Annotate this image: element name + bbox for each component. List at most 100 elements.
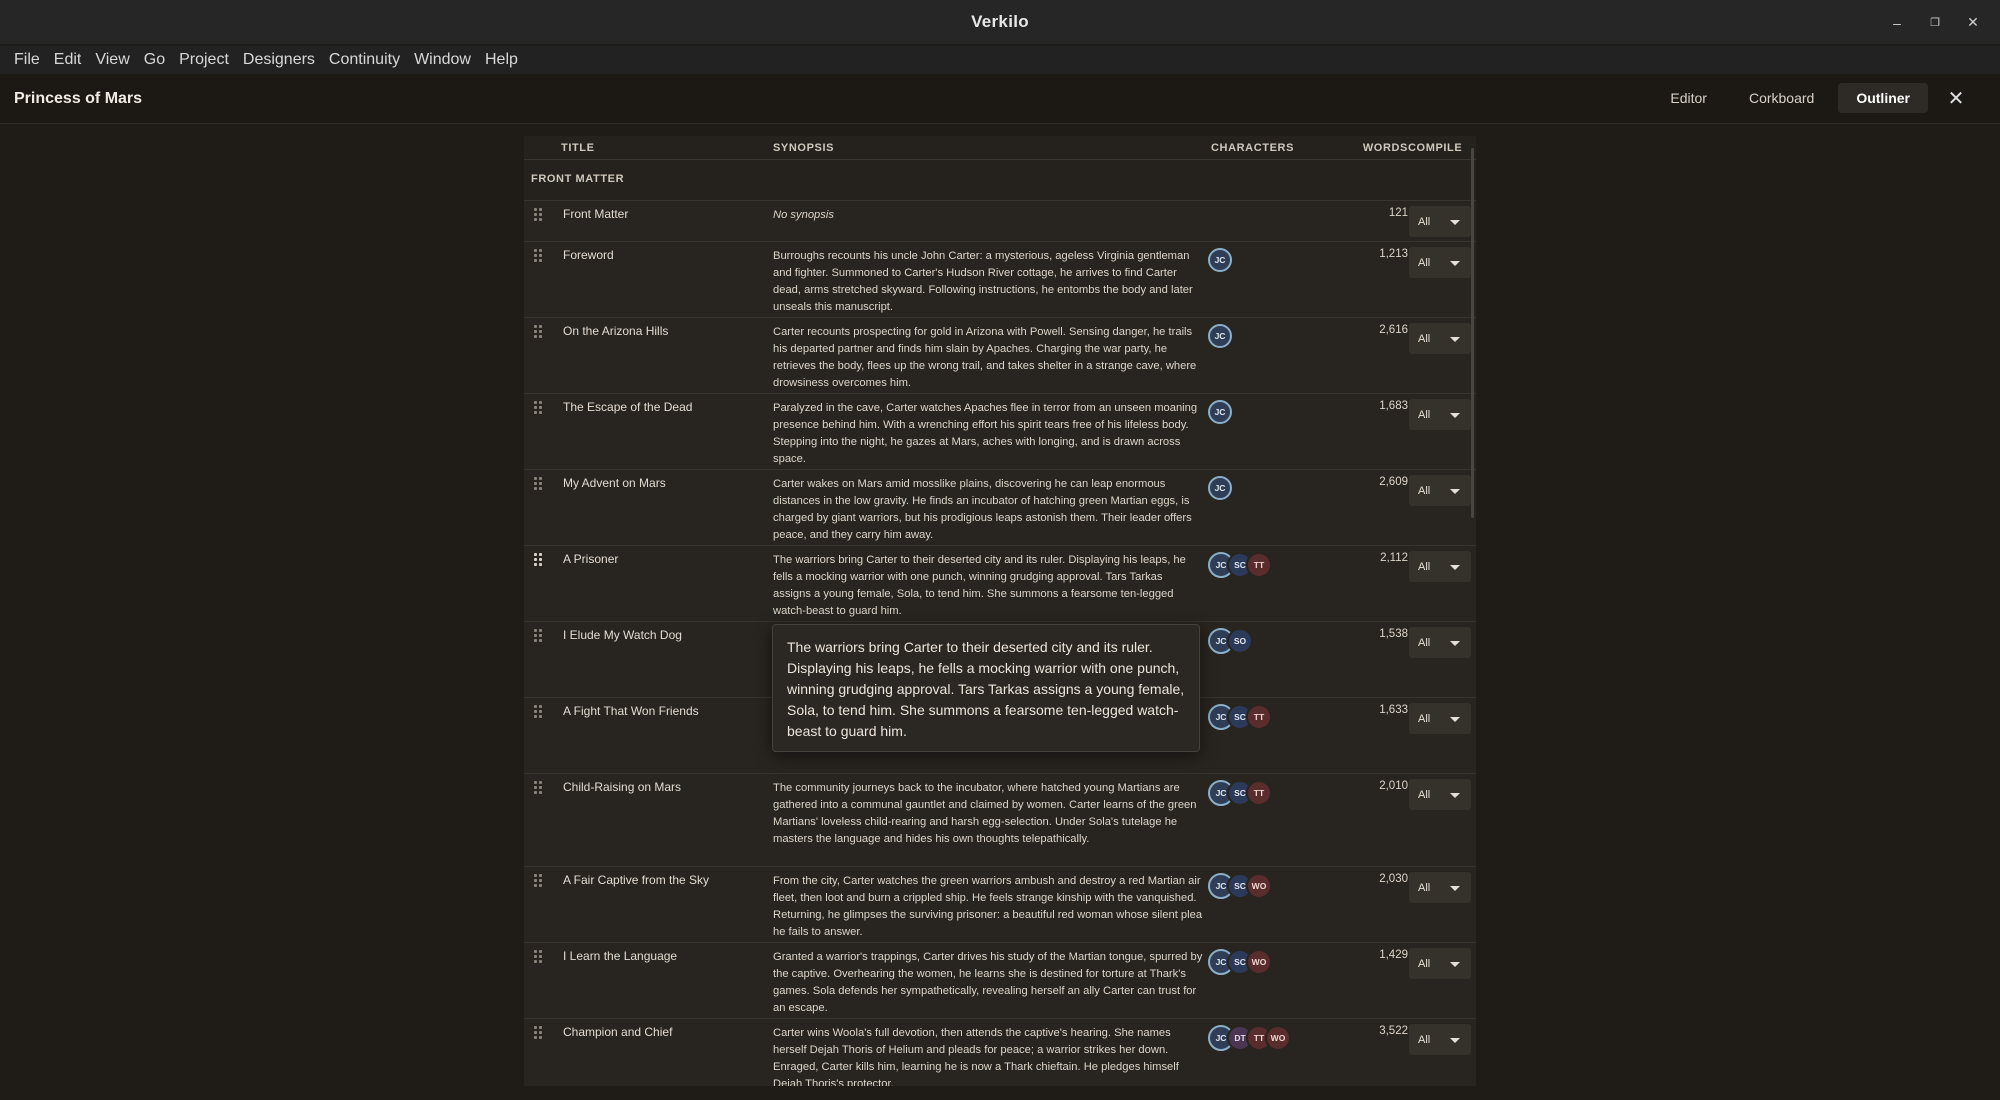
- table-row[interactable]: On the Arizona Hills Carter recounts pros…: [524, 317, 1476, 393]
- menu-continuity[interactable]: Continuity: [323, 51, 406, 69]
- compile-value: All: [1418, 485, 1431, 497]
- row-synopsis[interactable]: The warriors bring Carter to their deser…: [773, 552, 1203, 620]
- compile-select[interactable]: All: [1409, 399, 1471, 430]
- row-title[interactable]: Child-Raising on Mars: [563, 780, 763, 794]
- tab-editor[interactable]: Editor: [1652, 83, 1725, 113]
- chevron-down-icon: [1450, 641, 1460, 646]
- close-view-icon[interactable]: ✕: [1942, 84, 1970, 112]
- menu-project[interactable]: Project: [173, 51, 235, 69]
- row-synopsis[interactable]: The community journeys back to the incub…: [773, 780, 1203, 848]
- tab-outliner[interactable]: Outliner: [1838, 83, 1928, 113]
- menu-view[interactable]: View: [89, 51, 135, 69]
- table-row[interactable]: Foreword Burroughs recounts his uncle Joh…: [524, 241, 1476, 317]
- compile-select[interactable]: All: [1409, 627, 1471, 658]
- table-row[interactable]: My Advent on Mars Carter wakes on Mars am…: [524, 469, 1476, 545]
- table-row[interactable]: A Fair Captive from the Sky From the city…: [524, 866, 1476, 942]
- row-title[interactable]: A Prisoner: [563, 552, 763, 566]
- row-synopsis[interactable]: Burroughs recounts his uncle John Carter…: [773, 248, 1203, 316]
- row-title[interactable]: A Fair Captive from the Sky: [563, 873, 763, 887]
- row-title[interactable]: A Fight That Won Friends: [563, 704, 763, 718]
- row-synopsis[interactable]: No synopsis: [773, 207, 1203, 224]
- row-word-count: 1,633: [1379, 704, 1408, 716]
- compile-value: All: [1418, 333, 1431, 345]
- row-title[interactable]: I Learn the Language: [563, 949, 763, 963]
- compile-select[interactable]: All: [1409, 551, 1471, 582]
- column-characters[interactable]: CHARACTERS: [1211, 142, 1294, 154]
- menu-designers[interactable]: Designers: [237, 51, 321, 69]
- compile-select[interactable]: All: [1409, 779, 1471, 810]
- table-row[interactable]: Front Matter No synopsis 121 All: [524, 200, 1476, 241]
- column-compile[interactable]: COMPILE: [1408, 142, 1462, 154]
- row-characters: JC SC TT: [1208, 552, 1272, 580]
- row-word-count: 1,538: [1379, 628, 1408, 640]
- character-avatar[interactable]: WO: [1265, 1025, 1291, 1051]
- menu-window[interactable]: Window: [408, 51, 477, 69]
- row-synopsis[interactable]: Carter wins Woola's full devotion, then …: [773, 1025, 1203, 1086]
- close-window-icon[interactable]: ✕: [1958, 8, 1988, 38]
- compile-select[interactable]: All: [1409, 872, 1471, 903]
- menu-go[interactable]: Go: [138, 51, 171, 69]
- compile-select[interactable]: All: [1409, 948, 1471, 979]
- menu-file[interactable]: File: [8, 51, 46, 69]
- row-synopsis[interactable]: Paralyzed in the cave, Carter watches Ap…: [773, 400, 1203, 468]
- row-word-count: 2,030: [1379, 873, 1408, 885]
- menu-edit[interactable]: Edit: [48, 51, 88, 69]
- menu-help[interactable]: Help: [479, 51, 524, 69]
- column-header: TITLE SYNOPSIS CHARACTERS WORDS COMPILE: [524, 136, 1476, 160]
- project-title: Princess of Mars: [14, 89, 143, 107]
- column-words[interactable]: WORDS: [1354, 142, 1408, 154]
- row-title[interactable]: On the Arizona Hills: [563, 324, 763, 338]
- column-title[interactable]: TITLE: [561, 142, 595, 154]
- row-title[interactable]: I Elude My Watch Dog: [563, 628, 763, 642]
- table-row[interactable]: Champion and Chief Carter wins Woola's fu…: [524, 1018, 1476, 1086]
- drag-handle-icon[interactable]: [534, 249, 544, 263]
- column-synopsis[interactable]: SYNOPSIS: [773, 142, 834, 154]
- row-synopsis[interactable]: Carter wakes on Mars amid mosslike plain…: [773, 476, 1203, 544]
- drag-handle-icon[interactable]: [534, 325, 544, 339]
- compile-select[interactable]: All: [1409, 1024, 1471, 1055]
- compile-select[interactable]: All: [1409, 475, 1471, 506]
- compile-select[interactable]: All: [1409, 323, 1471, 354]
- drag-handle-icon[interactable]: [534, 874, 544, 888]
- character-avatar[interactable]: JC: [1208, 324, 1232, 348]
- compile-select[interactable]: All: [1409, 247, 1471, 278]
- drag-handle-icon[interactable]: [534, 1026, 544, 1040]
- row-synopsis[interactable]: From the city, Carter watches the green …: [773, 873, 1203, 941]
- row-characters: JC SC WO: [1208, 873, 1272, 901]
- drag-handle-icon[interactable]: [534, 705, 544, 719]
- minimize-icon[interactable]: –: [1882, 8, 1912, 38]
- tab-corkboard[interactable]: Corkboard: [1731, 83, 1832, 113]
- row-synopsis[interactable]: Carter recounts prospecting for gold in …: [773, 324, 1203, 392]
- scrollbar[interactable]: [1471, 148, 1474, 518]
- drag-handle-icon[interactable]: [534, 477, 544, 491]
- row-title[interactable]: Champion and Chief: [563, 1025, 763, 1039]
- drag-handle-icon[interactable]: [534, 401, 544, 415]
- row-title[interactable]: Front Matter: [563, 207, 763, 221]
- row-synopsis[interactable]: Granted a warrior's trappings, Carter dr…: [773, 949, 1203, 1017]
- character-avatar[interactable]: TT: [1246, 552, 1272, 578]
- drag-handle-icon[interactable]: [534, 781, 544, 795]
- character-avatar[interactable]: TT: [1246, 780, 1272, 806]
- drag-handle-icon[interactable]: [534, 950, 544, 964]
- table-row[interactable]: The Escape of the Dead Paralyzed in the c…: [524, 393, 1476, 469]
- character-avatar[interactable]: JC: [1208, 248, 1232, 272]
- row-word-count: 1,683: [1379, 400, 1408, 412]
- character-avatar[interactable]: TT: [1246, 704, 1272, 730]
- character-avatar[interactable]: SO: [1227, 628, 1253, 654]
- drag-handle-icon[interactable]: [534, 629, 544, 643]
- character-avatar[interactable]: WO: [1246, 949, 1272, 975]
- character-avatar[interactable]: JC: [1208, 400, 1232, 424]
- compile-select[interactable]: All: [1409, 206, 1471, 237]
- drag-handle-icon[interactable]: [534, 553, 544, 567]
- restore-icon[interactable]: ❐: [1920, 8, 1950, 38]
- row-title[interactable]: Foreword: [563, 248, 763, 262]
- drag-handle-icon[interactable]: [534, 208, 544, 222]
- table-row[interactable]: A Prisoner The warriors bring Carter to t…: [524, 545, 1476, 621]
- table-row[interactable]: Child-Raising on Mars The community journ…: [524, 773, 1476, 866]
- character-avatar[interactable]: JC: [1208, 476, 1232, 500]
- table-row[interactable]: I Learn the Language Granted a warrior's …: [524, 942, 1476, 1018]
- row-title[interactable]: The Escape of the Dead: [563, 400, 763, 414]
- compile-select[interactable]: All: [1409, 703, 1471, 734]
- character-avatar[interactable]: WO: [1246, 873, 1272, 899]
- row-title[interactable]: My Advent on Mars: [563, 476, 763, 490]
